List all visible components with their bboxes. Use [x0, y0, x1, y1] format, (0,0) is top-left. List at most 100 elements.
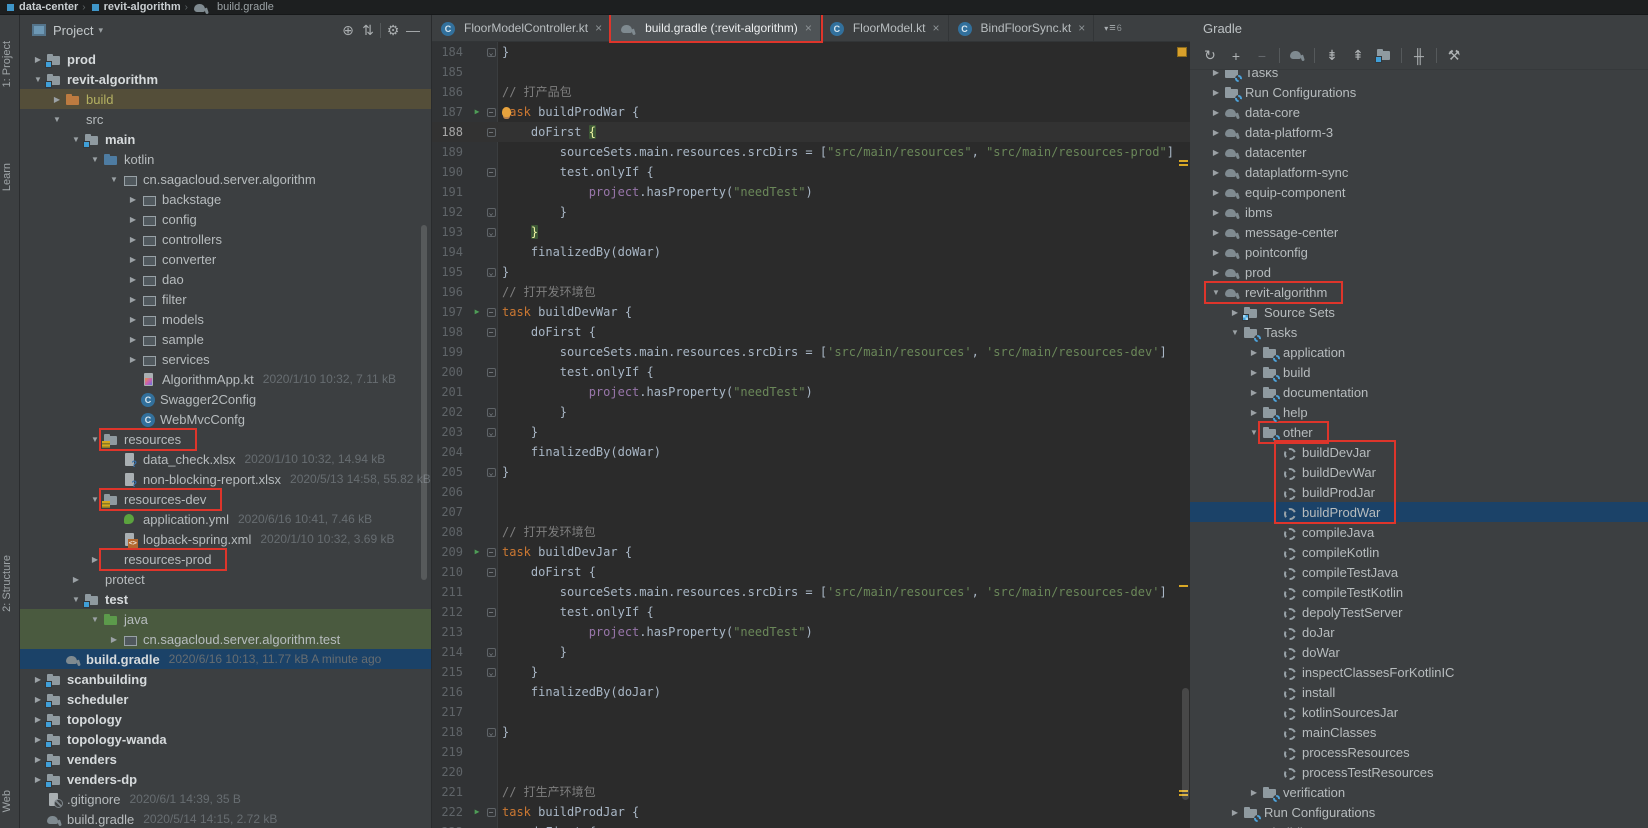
code-line-202[interactable]: 202⌄ }	[432, 402, 1190, 422]
fold-gutter[interactable]: ⌄	[484, 268, 498, 277]
tree-item-main[interactable]: ▼main	[20, 129, 431, 149]
gradle-task-compiletestjava[interactable]: compileTestJava	[1190, 562, 1648, 582]
code-line-204[interactable]: 204 finalizedBy(doWar)	[432, 442, 1190, 462]
code-line-209[interactable]: 209▶−task buildDevJar {	[432, 542, 1190, 562]
tree-item-verification[interactable]: ▶verification	[1190, 782, 1648, 802]
fold-close-icon[interactable]: ⌄	[487, 268, 496, 277]
code-line-199[interactable]: 199 sourceSets.main.resources.srcDirs = …	[432, 342, 1190, 362]
fold-gutter[interactable]: −	[484, 548, 498, 557]
code-line-222[interactable]: 222▶−task buildProdJar {	[432, 802, 1190, 822]
code-line-196[interactable]: 196// 打开发环境包	[432, 282, 1190, 302]
expand-arrow-icon[interactable]: ▶	[125, 315, 141, 324]
tool-stripe-button-1-project[interactable]: 1: Project	[1, 41, 13, 87]
breadcrumb-item-build-gradle[interactable]: build.gradle	[193, 0, 274, 15]
gradle-task-builddevjar[interactable]: buildDevJar	[1190, 442, 1648, 462]
gradle-task-compiletestkotlin[interactable]: compileTestKotlin	[1190, 582, 1648, 602]
code-line-208[interactable]: 208// 打开发环境包	[432, 522, 1190, 542]
tree-item-topology[interactable]: ▶topology	[20, 709, 431, 729]
tree-item-application-yml[interactable]: application.yml2020/6/16 10:41, 7.46 kB	[20, 509, 431, 529]
code-line-203[interactable]: 203⌄ }	[432, 422, 1190, 442]
code-line-207[interactable]: 207	[432, 502, 1190, 522]
fold-close-icon[interactable]: ⌄	[487, 468, 496, 477]
fold-close-icon[interactable]: ⌄	[487, 728, 496, 737]
tree-item-run-configurations[interactable]: ▶Run Configurations	[1190, 82, 1648, 102]
expand-arrow-icon[interactable]: ▶	[30, 775, 46, 784]
fold-open-icon[interactable]: −	[487, 108, 496, 117]
tab-floormodel-kt[interactable]: CFloorModel.kt×	[821, 15, 949, 41]
code-line-193[interactable]: 193⌄ }	[432, 222, 1190, 242]
code-line-216[interactable]: 216 finalizedBy(doJar)	[432, 682, 1190, 702]
fold-gutter[interactable]: −	[484, 808, 498, 817]
tree-item-src[interactable]: ▼src	[20, 109, 431, 129]
fold-gutter[interactable]: −	[484, 308, 498, 317]
tree-item-build[interactable]: ▶build	[1190, 362, 1648, 382]
fold-open-icon[interactable]: −	[487, 328, 496, 337]
tree-item-venders-dp[interactable]: ▶venders-dp	[20, 769, 431, 789]
tree-item-equip-component[interactable]: ▶equip-component	[1190, 182, 1648, 202]
fold-open-icon[interactable]: −	[487, 168, 496, 177]
tab-bindfloorsync-kt[interactable]: CBindFloorSync.kt×	[949, 15, 1095, 41]
code-line-192[interactable]: 192⌄ }	[432, 202, 1190, 222]
expand-arrow-icon[interactable]: ▶	[49, 95, 65, 104]
expand-arrow-icon[interactable]: ▶	[1208, 148, 1224, 157]
fold-gutter[interactable]: −	[484, 328, 498, 337]
tree-item-backstage[interactable]: ▶backstage	[20, 189, 431, 209]
tree-item-java[interactable]: ▼java	[20, 609, 431, 629]
expand-arrow-icon[interactable]: ▶	[1208, 228, 1224, 237]
code-line-221[interactable]: 221// 打生产环境包	[432, 782, 1190, 802]
collapse-all-icon[interactable]: ⇅	[358, 22, 378, 39]
tree-item-cn-sagacloud-server-algorithm-test[interactable]: ▶cn.sagacloud.server.algorithm.test	[20, 629, 431, 649]
code-line-188[interactable]: 188− doFirst {	[432, 122, 1190, 142]
hide-icon[interactable]: —	[403, 22, 423, 38]
expand-arrow-icon[interactable]: ▶	[1208, 70, 1224, 77]
gradle-task-dowar[interactable]: doWar	[1190, 642, 1648, 662]
expand-arrow-icon[interactable]: ▶	[125, 215, 141, 224]
run-task-icon[interactable]: ▶	[470, 302, 484, 322]
fold-close-icon[interactable]: ⌄	[487, 408, 496, 417]
tool-stripe-button-2-structure[interactable]: 2: Structure	[1, 555, 13, 612]
code-line-218[interactable]: 218⌄}	[432, 722, 1190, 742]
breadcrumb-item-data-center[interactable]: data-center	[6, 1, 78, 13]
expand-arrow-icon[interactable]: ▶	[1208, 168, 1224, 177]
fold-gutter[interactable]: ⌄	[484, 208, 498, 217]
tree-item-tasks[interactable]: ▶Tasks	[1190, 70, 1648, 82]
code-line-223[interactable]: 223− doFirst {	[432, 822, 1190, 828]
tree-item-algorithmapp-kt[interactable]: AlgorithmApp.kt2020/1/10 10:32, 7.11 kB	[20, 369, 431, 389]
collapse-arrow-icon[interactable]: ▼	[87, 495, 103, 504]
tree-item-controllers[interactable]: ▶controllers	[20, 229, 431, 249]
expand-arrow-icon[interactable]: ▶	[125, 255, 141, 264]
code-line-186[interactable]: 186// 打产品包	[432, 82, 1190, 102]
tree-item-cn-sagacloud-server-algorithm[interactable]: ▼cn.sagacloud.server.algorithm	[20, 169, 431, 189]
collapse-arrow-icon[interactable]: ▼	[87, 615, 103, 624]
expand-arrow-icon[interactable]: ▶	[1208, 108, 1224, 117]
fold-gutter[interactable]: ⌄	[484, 228, 498, 237]
tree-item-scheduler[interactable]: ▶scheduler	[20, 689, 431, 709]
tree-item-revit-algorithm[interactable]: ▼revit-algorithm	[1190, 282, 1648, 302]
tree-item-build-gradle[interactable]: build.gradle2020/6/16 10:13, 11.77 kB A …	[20, 649, 431, 669]
group-modules-icon[interactable]	[1373, 47, 1395, 65]
code-line-210[interactable]: 210− doFirst {	[432, 562, 1190, 582]
expand-arrow-icon[interactable]: ▶	[87, 555, 103, 564]
fold-gutter[interactable]: ⌄	[484, 468, 498, 477]
expand-arrow-icon[interactable]: ▶	[125, 195, 141, 204]
expand-arrow-icon[interactable]: ▶	[125, 275, 141, 284]
tree-item-test[interactable]: ▼test	[20, 589, 431, 609]
expand-arrow-icon[interactable]: ▶	[1227, 808, 1243, 817]
tree-item-datacenter[interactable]: ▶datacenter	[1190, 142, 1648, 162]
gradle-task-buildprodjar[interactable]: buildProdJar	[1190, 482, 1648, 502]
code-line-185[interactable]: 185	[432, 62, 1190, 82]
code-line-219[interactable]: 219	[432, 742, 1190, 762]
close-icon[interactable]: ×	[595, 21, 602, 35]
expand-arrow-icon[interactable]: ▶	[1246, 368, 1262, 377]
code-line-184[interactable]: 184⌄}	[432, 42, 1190, 62]
run-task-icon[interactable]: ▶	[470, 542, 484, 562]
collapse-arrow-icon[interactable]: ▼	[106, 175, 122, 184]
tree-item-resources-prod[interactable]: ▶resources-prod	[20, 549, 431, 569]
fold-gutter[interactable]: −	[484, 128, 498, 137]
expand-arrow-icon[interactable]: ▶	[106, 635, 122, 644]
code-area[interactable]: 184⌄}185186// 打产品包187▶−task buildProdWar…	[432, 42, 1190, 828]
run-task-icon[interactable]: ▶	[470, 802, 484, 822]
tree-item-swagger2config[interactable]: CSwagger2Config	[20, 389, 431, 409]
expand-arrow-icon[interactable]: ▶	[125, 295, 141, 304]
gradle-task-kotlinsourcesjar[interactable]: kotlinSourcesJar	[1190, 702, 1648, 722]
